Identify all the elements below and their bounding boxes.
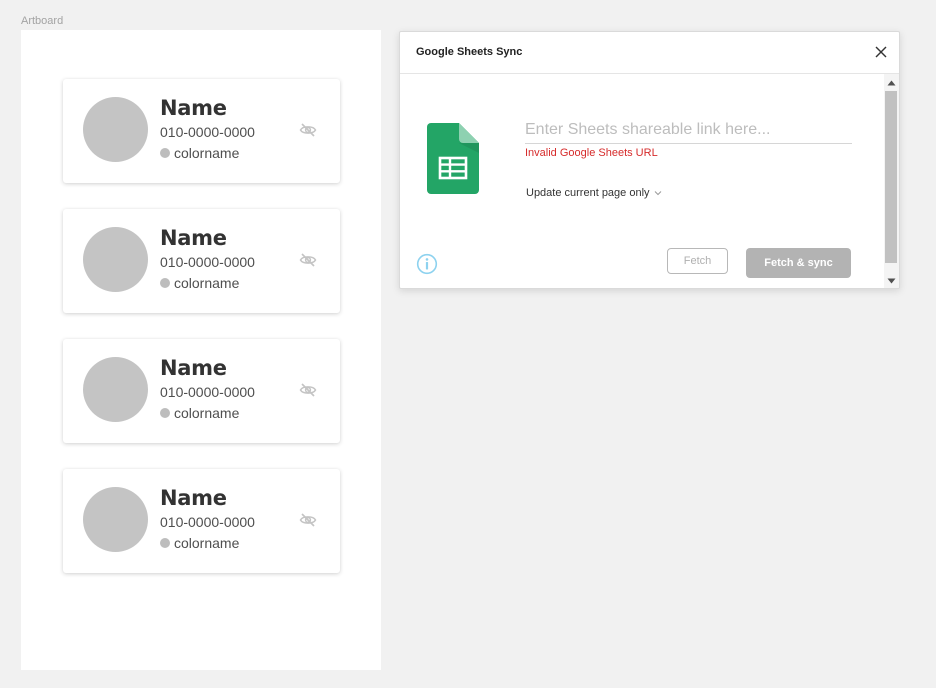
- avatar: [83, 227, 148, 292]
- chevron-down-icon: [654, 191, 661, 196]
- card-phone: 010-0000-0000: [160, 124, 255, 140]
- card-name: Name: [160, 486, 227, 510]
- eye-off-icon[interactable]: [298, 251, 318, 269]
- color-name: colorname: [174, 145, 240, 161]
- avatar: [83, 487, 148, 552]
- fetch-button[interactable]: Fetch: [667, 248, 728, 274]
- contact-card[interactable]: Name 010-0000-0000 colorname: [63, 469, 340, 573]
- color-row: colorname: [160, 275, 239, 291]
- color-name: colorname: [174, 275, 240, 291]
- google-sheets-icon: [427, 123, 479, 194]
- scope-select[interactable]: Update current page only: [526, 185, 662, 201]
- color-row: colorname: [160, 405, 239, 421]
- contact-card[interactable]: Name 010-0000-0000 colorname: [63, 339, 340, 443]
- card-phone: 010-0000-0000: [160, 514, 255, 530]
- color-dot: [160, 278, 170, 288]
- sheets-sync-dialog: Google Sheets Sync Invalid Google Sheets…: [399, 31, 900, 289]
- eye-off-icon[interactable]: [298, 511, 318, 529]
- dialog-title: Google Sheets Sync: [416, 46, 523, 58]
- scope-select-value: Update current page only: [526, 187, 650, 199]
- sheets-link-input[interactable]: [525, 116, 852, 144]
- error-message: Invalid Google Sheets URL: [525, 147, 658, 159]
- avatar: [83, 357, 148, 422]
- color-row: colorname: [160, 145, 239, 161]
- vertical-scrollbar[interactable]: [884, 74, 899, 288]
- avatar: [83, 97, 148, 162]
- card-phone: 010-0000-0000: [160, 254, 255, 270]
- eye-off-icon[interactable]: [298, 381, 318, 399]
- color-row: colorname: [160, 535, 239, 551]
- artboard-label: Artboard: [21, 15, 64, 27]
- color-dot: [160, 148, 170, 158]
- contact-card[interactable]: Name 010-0000-0000 colorname: [63, 79, 340, 183]
- scroll-down-arrow-icon[interactable]: [887, 278, 896, 284]
- contact-card[interactable]: Name 010-0000-0000 colorname: [63, 209, 340, 313]
- close-icon[interactable]: [871, 42, 891, 62]
- card-name: Name: [160, 356, 227, 380]
- info-icon[interactable]: [416, 253, 438, 275]
- fetch-sync-button[interactable]: Fetch & sync: [746, 248, 851, 278]
- artboard: Name 010-0000-0000 colorname Name 010-00…: [21, 30, 381, 670]
- scroll-up-arrow-icon[interactable]: [887, 80, 896, 86]
- scroll-thumb[interactable]: [885, 91, 897, 263]
- color-dot: [160, 408, 170, 418]
- color-dot: [160, 538, 170, 548]
- card-name: Name: [160, 226, 227, 250]
- dialog-header: Google Sheets Sync: [400, 32, 899, 74]
- card-name: Name: [160, 96, 227, 120]
- eye-off-icon[interactable]: [298, 121, 318, 139]
- color-name: colorname: [174, 405, 240, 421]
- card-phone: 010-0000-0000: [160, 384, 255, 400]
- color-name: colorname: [174, 535, 240, 551]
